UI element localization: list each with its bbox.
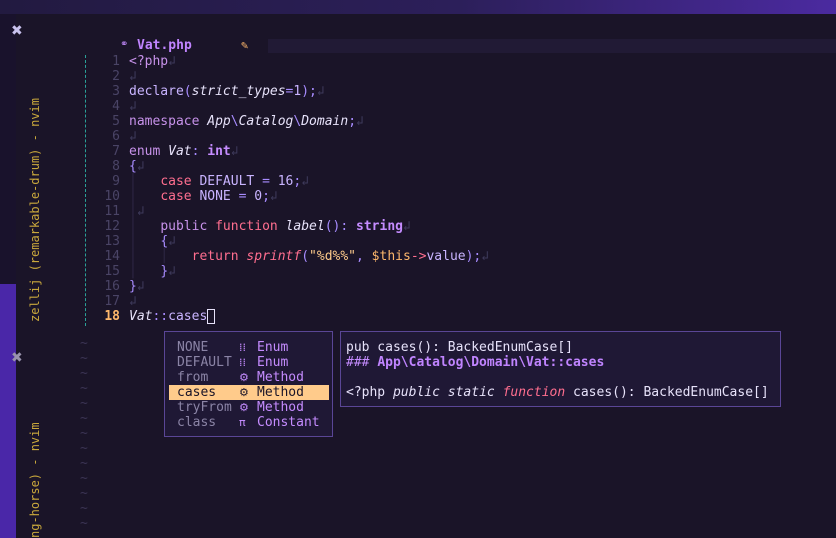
top-border xyxy=(0,0,836,14)
modified-pencil-icon: ✎ xyxy=(241,38,249,52)
completion-item[interactable]: NONE ⁞⁞ Enum xyxy=(169,340,329,355)
buffer-tab-filename[interactable]: Vat.php xyxy=(137,38,192,53)
text-cursor xyxy=(207,309,216,324)
php-file-icon: ⚭ xyxy=(120,39,129,50)
completion-item[interactable]: class π Constant xyxy=(169,415,329,430)
pane-title: zellij (remarkable-drum) - nvim xyxy=(28,98,42,322)
completion-item-selected[interactable]: cases ⚙ Method xyxy=(169,385,329,400)
documentation-popup: pub cases(): BackedEnumCase[] ### App\Ca… xyxy=(340,331,781,407)
buffer-tabline: ⚭ Vat.php ✎ xyxy=(112,37,836,55)
empty-line-marker: ~ xyxy=(80,396,88,411)
zellij-side-bar xyxy=(0,14,16,538)
close-pane-icon[interactable]: ✖ xyxy=(11,350,23,366)
active-pane-indicator xyxy=(0,284,16,538)
pane-title: ng-horse) - nvim xyxy=(28,422,42,538)
doc-heading: ### App\Catalog\Domain\Vat::cases xyxy=(346,355,605,370)
empty-line-marker: ~ xyxy=(80,456,88,471)
empty-line-marker: ~ xyxy=(80,351,88,366)
empty-line-marker: ~ xyxy=(80,366,88,381)
empty-line-marker: ~ xyxy=(80,336,88,351)
empty-line-marker: ~ xyxy=(80,426,88,441)
method-icon: ⚙ xyxy=(239,401,249,414)
completion-item[interactable]: from ⚙ Method xyxy=(169,370,329,385)
empty-line-marker: ~ xyxy=(80,441,88,456)
doc-code-snippet: <?php public static function cases(): Ba… xyxy=(346,385,769,400)
empty-line-marker: ~ xyxy=(80,411,88,426)
enum-icon: ⁞⁞ xyxy=(239,356,246,369)
doc-signature: pub cases(): BackedEnumCase[] xyxy=(346,340,573,355)
empty-line-marker: ~ xyxy=(80,486,88,501)
constant-icon: π xyxy=(239,416,246,429)
completion-menu[interactable]: NONE ⁞⁞ Enum DEFAULT ⁞⁞ Enum from ⚙ Method cas… xyxy=(164,331,333,437)
close-pane-icon[interactable]: ✖ xyxy=(11,23,23,39)
method-icon: ⚙ xyxy=(239,386,249,399)
completion-item[interactable]: tryFrom ⚙ Method xyxy=(169,400,329,415)
completion-item[interactable]: DEFAULT ⁞⁞ Enum xyxy=(169,355,329,370)
empty-line-marker: ~ xyxy=(80,381,88,396)
tabline-fill xyxy=(268,39,836,53)
empty-line-marker: ~ xyxy=(80,516,88,531)
method-icon: ⚙ xyxy=(239,371,249,384)
enum-icon: ⁞⁞ xyxy=(239,341,246,354)
empty-line-marker: ~ xyxy=(80,501,88,516)
empty-line-marker: ~ xyxy=(80,471,88,486)
